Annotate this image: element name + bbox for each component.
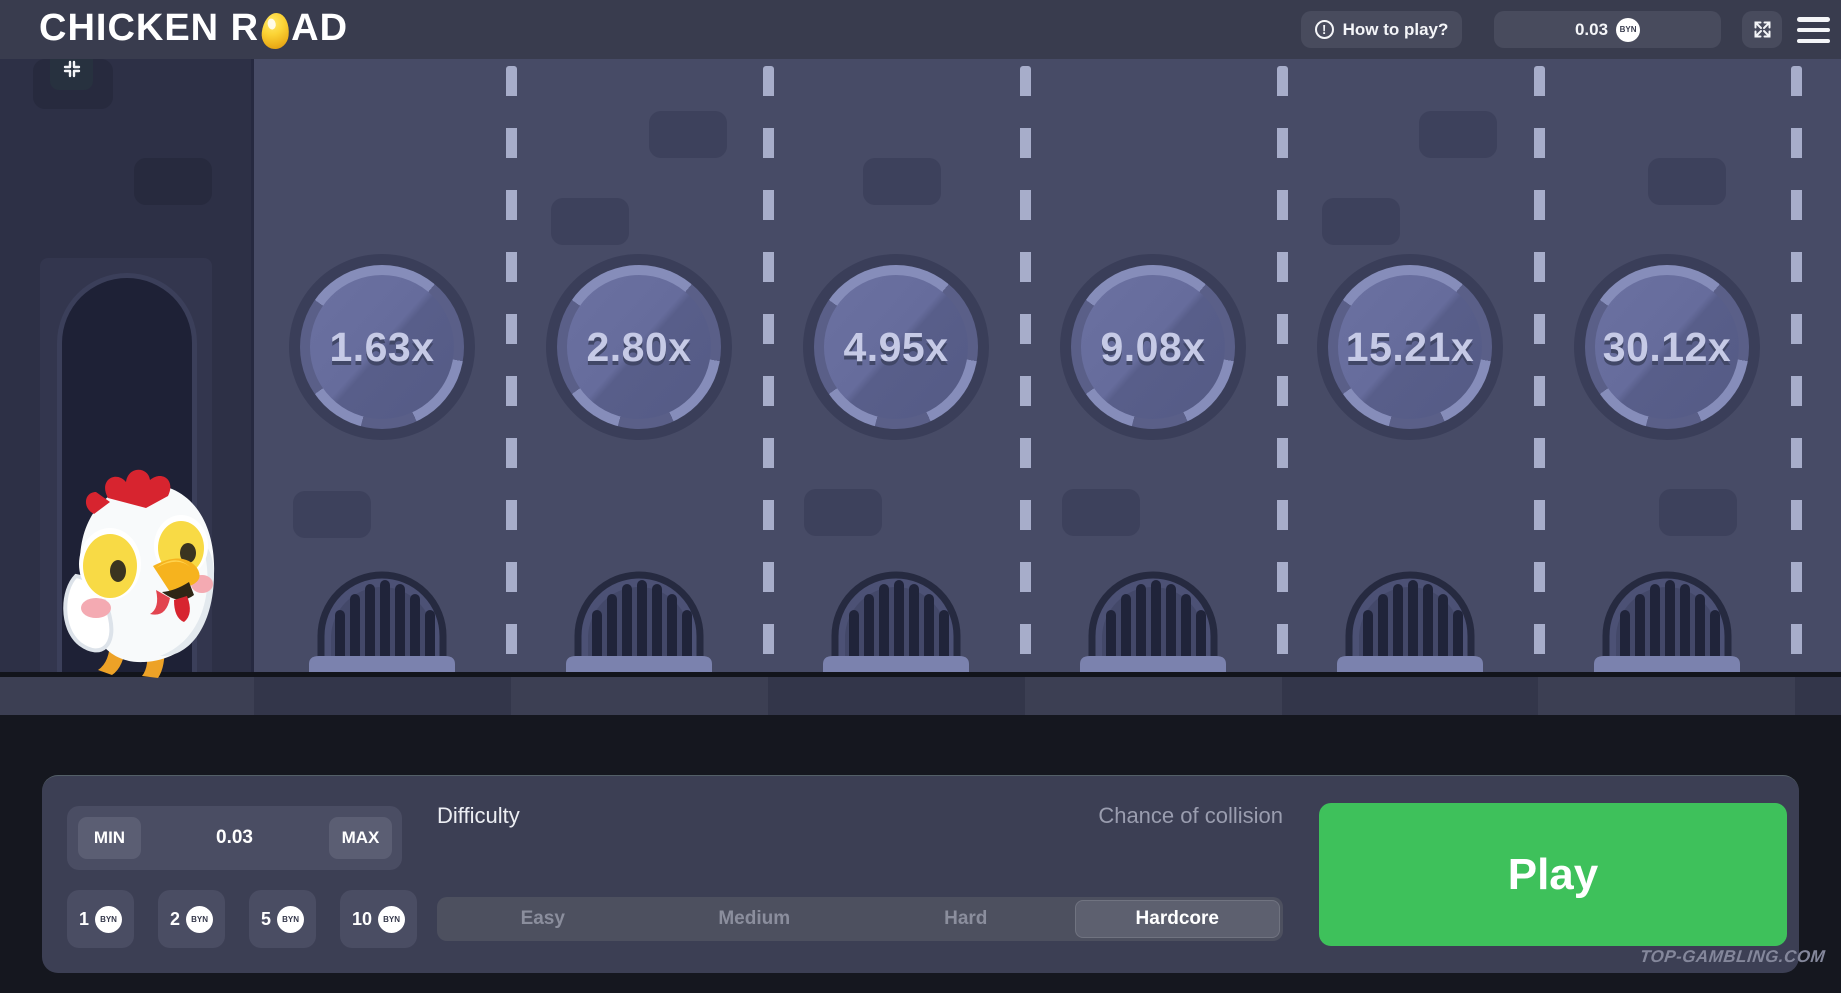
road-lane: 30.12x [1539, 59, 1796, 672]
quick-bet-chip[interactable]: 1 BYN [67, 890, 134, 948]
sewer-grate-icon [307, 558, 457, 672]
play-button[interactable]: Play [1319, 803, 1787, 946]
chance-of-collision-label: Chance of collision [892, 803, 1283, 829]
balance-display[interactable]: 0.03 BYN [1494, 11, 1721, 48]
chip-currency-badge: BYN [95, 906, 122, 933]
chicken-character [50, 468, 225, 678]
chip-amount: 10 [352, 909, 372, 930]
road-lane: 15.21x [1282, 59, 1539, 672]
multiplier-target[interactable]: 15.21x [1317, 254, 1503, 440]
start-sidewalk [0, 59, 254, 672]
app-logo: CHICKEN R AD [39, 7, 348, 50]
info-icon: ! [1315, 20, 1334, 39]
fullscreen-expand-icon [1753, 20, 1772, 39]
multiplier-target[interactable]: 1.63x [289, 254, 475, 440]
chip-currency-badge: BYN [186, 906, 213, 933]
chip-amount: 2 [170, 909, 180, 930]
difficulty-option[interactable]: Medium [652, 900, 858, 938]
menu-icon [1797, 17, 1830, 22]
currency-badge: BYN [1616, 18, 1640, 42]
sidewalk-patch [134, 158, 212, 205]
sewer-grate-icon [1592, 558, 1742, 672]
chip-amount: 5 [261, 909, 271, 930]
how-to-play-label: How to play? [1343, 20, 1449, 40]
multiplier-target[interactable]: 2.80x [546, 254, 732, 440]
quick-bet-chip[interactable]: 5 BYN [249, 890, 316, 948]
road-lane: 9.08x [1025, 59, 1282, 672]
collapse-icon [61, 58, 83, 80]
chip-currency-badge: BYN [378, 906, 405, 933]
lane-divider-dashes [1791, 66, 1802, 666]
sewer-grate-icon [821, 558, 971, 672]
quick-bet-chip[interactable]: 2 BYN [158, 890, 225, 948]
bet-max-button[interactable]: MAX [329, 817, 392, 859]
difficulty-selector: Easy Medium Hard Hardcore [437, 897, 1283, 941]
multiplier-value: 2.80x [546, 254, 732, 440]
multiplier-value: 4.95x [803, 254, 989, 440]
multiplier-value: 30.12x [1574, 254, 1760, 440]
multiplier-value: 1.63x [289, 254, 475, 440]
sewer-grate-icon [564, 558, 714, 672]
logo-text-left: CHICKEN R [39, 7, 259, 50]
chicken-road-app: CHICKEN R AD ! How to play? 0.03 BYN [0, 0, 1841, 993]
multiplier-value: 9.08x [1060, 254, 1246, 440]
road-lane: 2.80x [511, 59, 768, 672]
balance-value: 0.03 [1575, 20, 1608, 40]
road: 1.63x 2.80x [254, 59, 1841, 672]
golden-egg-icon [260, 11, 291, 50]
fullscreen-button[interactable] [1742, 11, 1782, 48]
bet-amount-box: MIN 0.03 MAX [67, 806, 402, 870]
multiplier-value: 15.21x [1317, 254, 1503, 440]
multiplier-target[interactable]: 30.12x [1574, 254, 1760, 440]
control-panel: MIN 0.03 MAX 1 BYN 2 BYN 5 BYN 10 BYN Di… [42, 775, 1799, 973]
quick-bet-chip[interactable]: 10 BYN [340, 890, 417, 948]
chip-amount: 1 [79, 909, 89, 930]
multiplier-target[interactable]: 9.08x [1060, 254, 1246, 440]
difficulty-option[interactable]: Hardcore [1075, 900, 1281, 938]
multiplier-target[interactable]: 4.95x [803, 254, 989, 440]
chip-currency-badge: BYN [277, 906, 304, 933]
header-bar: CHICKEN R AD ! How to play? 0.03 BYN [0, 0, 1841, 59]
road-lane: 4.95x [768, 59, 1025, 672]
sewer-grate-icon [1078, 558, 1228, 672]
difficulty-option[interactable]: Easy [440, 900, 646, 938]
difficulty-label: Difficulty [437, 803, 520, 829]
menu-button[interactable] [1797, 17, 1830, 43]
watermark: TOP-GAMBLING.COM [1639, 947, 1826, 967]
difficulty-option[interactable]: Hard [863, 900, 1069, 938]
sewer-grate-icon [1335, 558, 1485, 672]
game-area: 1.63x 2.80x [0, 59, 1841, 672]
bottom-sidewalk [0, 677, 1841, 715]
how-to-play-button[interactable]: ! How to play? [1301, 11, 1462, 48]
quick-bet-chips: 1 BYN 2 BYN 5 BYN 10 BYN [67, 890, 417, 948]
logo-text-right: AD [291, 7, 348, 50]
road-lane: 1.63x [254, 59, 511, 672]
